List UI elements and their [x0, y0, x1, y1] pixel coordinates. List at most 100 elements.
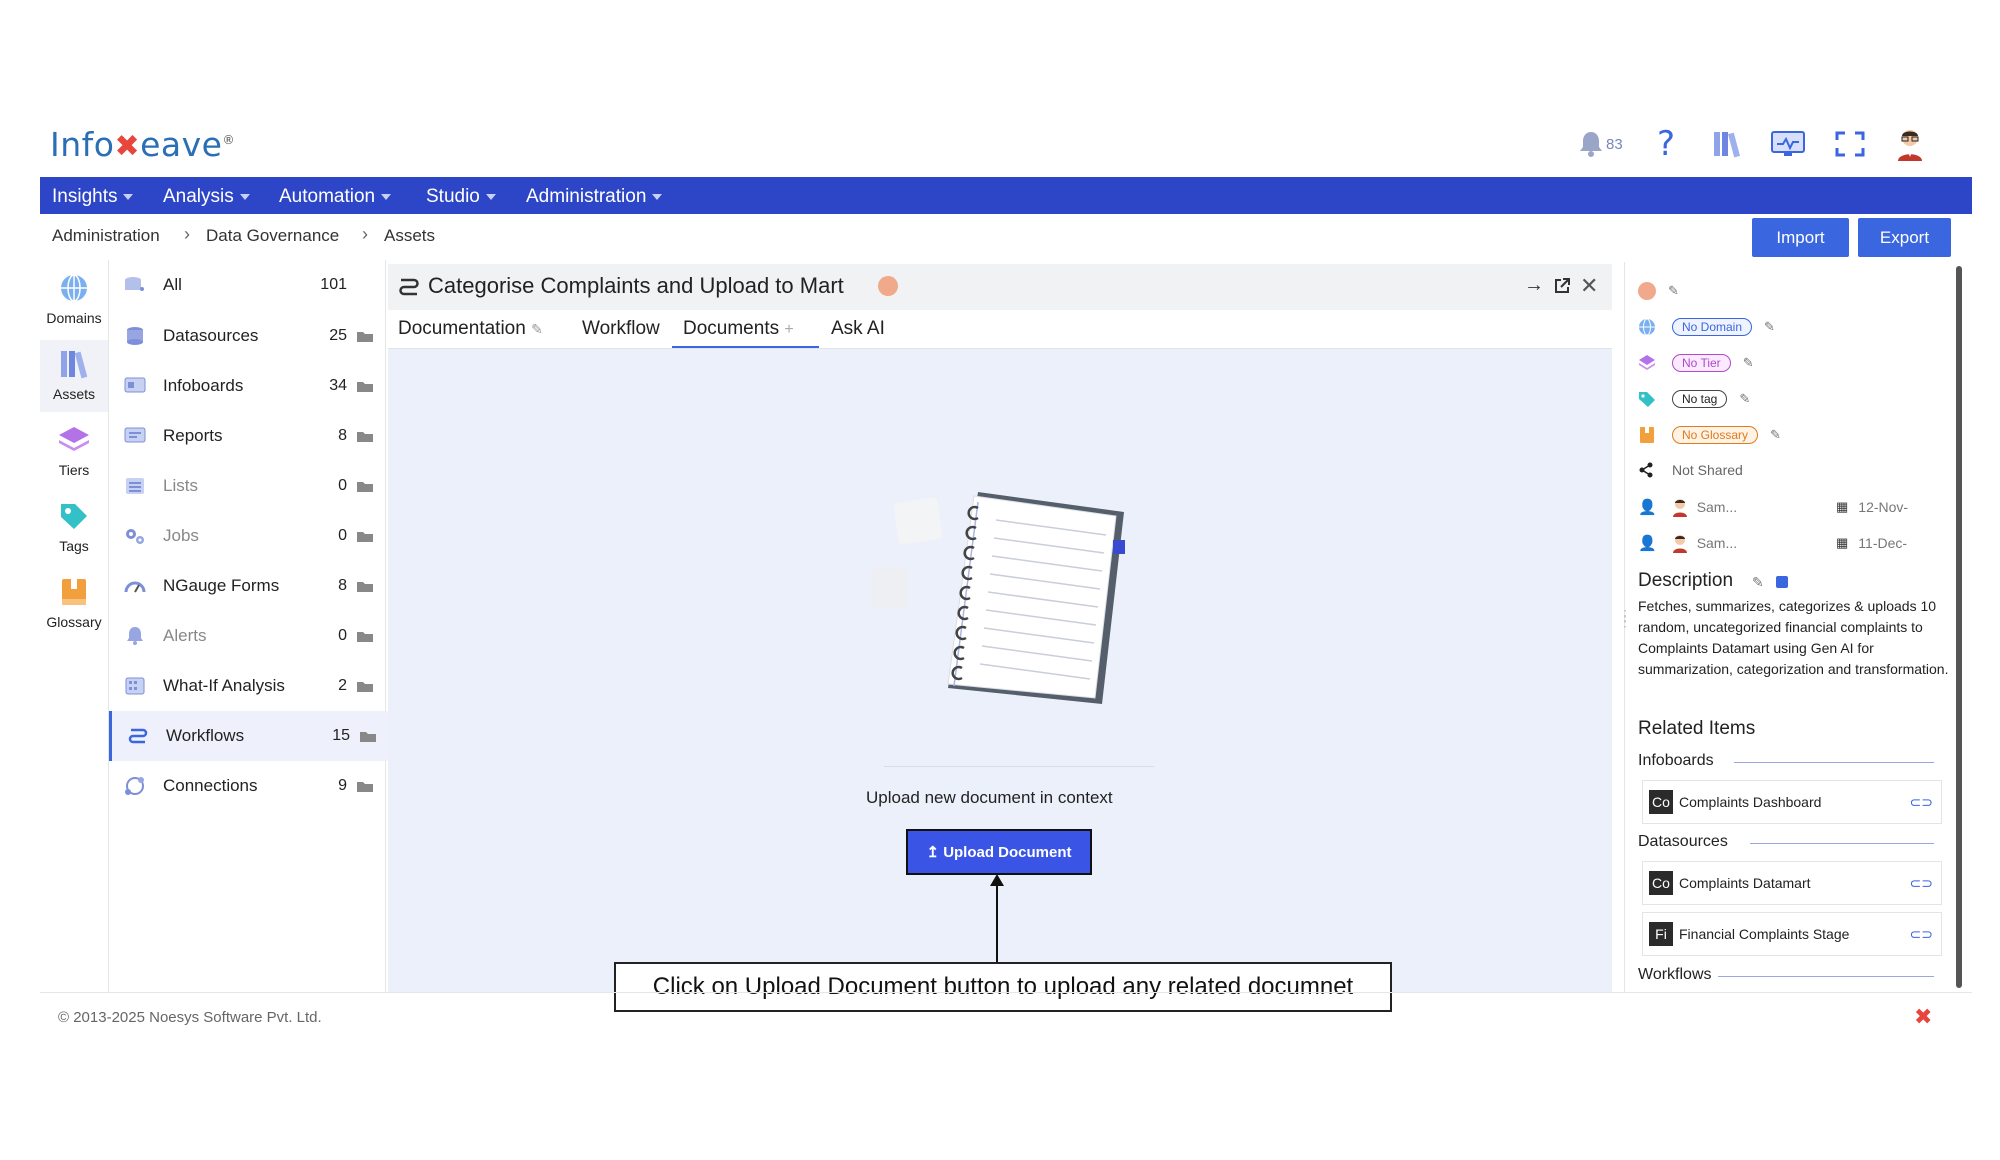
link-icon[interactable]: ⊂⊃	[1910, 926, 1933, 943]
avatar-icon	[1898, 130, 1922, 161]
resize-handle[interactable]: ⋮ ⋮	[1618, 608, 1632, 628]
open-external-icon[interactable]	[1553, 277, 1571, 295]
tag-icon	[1639, 392, 1655, 407]
asset-badge: Co	[1649, 790, 1673, 814]
pencil-icon[interactable]: ✎	[1752, 574, 1764, 591]
fullscreen-button[interactable]	[1830, 124, 1870, 164]
infoveave-logo[interactable]: Info✖eave®	[50, 125, 235, 164]
workflow-icon	[399, 278, 419, 296]
library-button[interactable]	[1708, 124, 1748, 164]
pencil-icon[interactable]: ✎	[1770, 427, 1781, 443]
modified-on-row: ▦ 11-Dec-	[1836, 532, 1907, 554]
tab-workflow[interactable]: Workflow	[582, 318, 660, 340]
created-by: Sam...	[1696, 499, 1738, 515]
notebook-illustration-icon	[871, 492, 1125, 704]
close-icon[interactable]: ✕	[1580, 273, 1598, 299]
plus-icon: +	[784, 321, 794, 338]
folder-icon	[357, 531, 373, 542]
description-text: Fetches, summarizes, categorizes & uploa…	[1638, 598, 1949, 677]
bell-icon	[123, 627, 147, 645]
export-button[interactable]: Export	[1858, 218, 1951, 257]
asset-count: 0	[338, 627, 347, 644]
nav-insights[interactable]: Insights	[52, 186, 134, 208]
breadcrumb-administration[interactable]: Administration	[52, 226, 160, 246]
arrow-right-icon[interactable]: →	[1524, 274, 1544, 297]
import-button[interactable]: Import	[1752, 218, 1849, 257]
tag-pill[interactable]: No tag	[1672, 390, 1728, 408]
glossary-pill[interactable]: No Glossary	[1672, 426, 1759, 444]
pencil-icon: ✎	[531, 321, 543, 337]
ai-icon[interactable]	[1776, 576, 1788, 588]
asset-type-connections[interactable]: Connections 9	[109, 761, 385, 811]
help-button[interactable]: ?	[1646, 124, 1686, 164]
nav-administration[interactable]: Administration	[526, 186, 663, 208]
asset-type-ngauge-forms[interactable]: NGauge Forms 8	[109, 561, 385, 611]
tier-pill[interactable]: No Tier	[1672, 354, 1731, 372]
calendar-icon: ▦	[1836, 499, 1849, 514]
nav-automation[interactable]: Automation	[279, 186, 392, 208]
layers-icon	[59, 427, 89, 451]
pencil-icon[interactable]: ✎	[1764, 319, 1775, 335]
asset-type-what-if-analysis[interactable]: What-If Analysis 2	[109, 661, 385, 711]
tab-documentation[interactable]: Documentation ✎	[398, 318, 543, 340]
gears-icon	[123, 527, 147, 545]
upload-document-button[interactable]: ↥ Upload Document	[906, 829, 1092, 875]
callout-arrow-line	[996, 878, 998, 962]
domain-pill[interactable]: No Domain	[1672, 318, 1753, 336]
user-edit-icon: 👤	[1638, 535, 1657, 552]
pencil-icon[interactable]: ✎	[1739, 391, 1750, 407]
asset-type-alerts[interactable]: Alerts 0	[109, 611, 385, 661]
monitor-button[interactable]	[1768, 124, 1808, 164]
books-icon	[1714, 132, 1741, 158]
details-scrollbar[interactable]	[1956, 266, 1962, 988]
book-icon	[1640, 427, 1654, 443]
pencil-icon[interactable]: ✎	[1743, 355, 1754, 371]
asset-badge: Co	[1649, 871, 1673, 895]
globe-icon	[1639, 318, 1655, 336]
link-icon[interactable]: ⊂⊃	[1910, 875, 1933, 892]
notifications-button[interactable]: 83	[1578, 124, 1632, 164]
nav-studio[interactable]: Studio	[426, 186, 496, 208]
related-items-title: Related Items	[1638, 718, 1756, 739]
tab-documents[interactable]: Documents +	[683, 318, 794, 340]
asset-type-workflows[interactable]: Workflows 15	[109, 711, 388, 761]
tab-ask-ai[interactable]: Ask AI	[831, 318, 885, 340]
chevron-down-icon	[123, 193, 134, 200]
notification-count: 83	[1606, 135, 1623, 153]
section-divider	[1734, 762, 1934, 763]
related-infoboard-card[interactable]: Co Complaints Dashboard ⊂⊃	[1642, 780, 1942, 824]
related-item-name: Complaints Dashboard	[1679, 794, 1822, 810]
chevron-down-icon	[381, 193, 392, 200]
modified-by: Sam...	[1696, 535, 1738, 551]
section-divider	[1718, 976, 1934, 977]
status-dot	[878, 276, 898, 296]
rail-glossary[interactable]: Glossary	[40, 576, 108, 630]
footer-divider	[40, 992, 1972, 993]
user-add-icon: 👤	[1638, 499, 1657, 516]
created-by-row: 👤 Sam...	[1638, 496, 1737, 518]
rail-domains[interactable]: Domains	[40, 272, 108, 326]
tag-row: No tag ✎	[1638, 388, 1750, 410]
asset-type-jobs[interactable]: Jobs 0	[109, 511, 385, 561]
rail-assets[interactable]: Assets	[40, 340, 108, 412]
breadcrumb-data-governance[interactable]: Data Governance	[206, 226, 339, 246]
pencil-icon[interactable]: ✎	[1668, 283, 1679, 299]
related-datasource-card[interactable]: Co Complaints Datamart ⊂⊃	[1642, 861, 1942, 905]
books-icon	[61, 351, 88, 379]
asset-count: 8	[338, 427, 347, 444]
asset-count: 0	[338, 477, 347, 494]
rail-tiers[interactable]: Tiers	[40, 424, 108, 478]
asset-type-lists[interactable]: Lists 0	[109, 461, 385, 511]
asset-type-datasources[interactable]: Datasources 25	[109, 311, 385, 361]
asset-type-all[interactable]: All 101	[109, 260, 385, 310]
user-avatar[interactable]	[1890, 124, 1930, 164]
asset-type-infoboards[interactable]: Infoboards 34	[109, 361, 385, 411]
asset-type-reports[interactable]: Reports 8	[109, 411, 385, 461]
related-datasource-card[interactable]: Fi Financial Complaints Stage ⊂⊃	[1642, 912, 1942, 956]
nav-analysis[interactable]: Analysis	[163, 186, 250, 208]
rail-tags[interactable]: Tags	[40, 500, 108, 554]
link-icon[interactable]: ⊂⊃	[1910, 794, 1933, 811]
asset-count: 8	[338, 577, 347, 594]
asset-count: 34	[329, 377, 347, 394]
share-icon	[1639, 462, 1653, 478]
